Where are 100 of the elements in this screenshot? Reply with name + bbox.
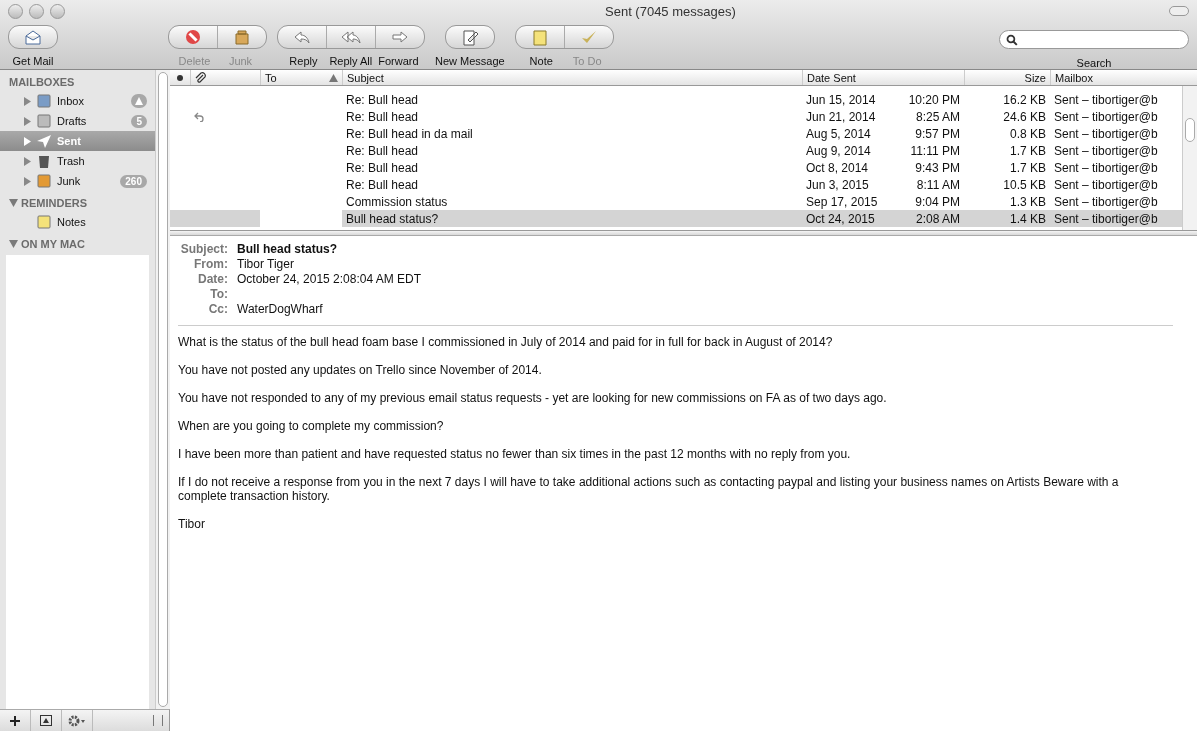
sort-ascending-icon [329,73,338,82]
header-label: Cc: [207,302,228,317]
message-row[interactable]: Re: Bull head in da mail Aug 5, 2014 9:57 PM 0.8 KB Sent – tibortiger@b [170,125,1182,142]
window-title: Sent (7045 messages) [605,3,736,19]
column-header[interactable]: To [260,70,342,85]
message-row[interactable]: Re: Bull head Aug 9, 2014 11:11 PM 1.7 KB Sent – tibortiger@b [170,142,1182,159]
message-row[interactable]: Re: Bull head Jun 15, 2014 10:20 PM 16.2 KB Sent – tibortiger@b [170,91,1182,108]
date-cell: Jun 3, 2015 [806,177,869,192]
header-label: Subject: [179,242,228,257]
size-cell-text: 24.6 KB [1002,108,1047,125]
scrollbar[interactable] [1182,86,1197,230]
zoom-button[interactable] [50,3,65,19]
message-paragraph: When are you going to complete my commission? [178,419,445,433]
size-cell-text: 10.5 KB [1002,176,1047,193]
message-row[interactable]: Commission status Sep 17, 2015 9:04 PM 1.3 KB Sent – tibortiger@b [170,193,1182,210]
subject-cell-text: Re: Bull head in da mail [345,125,474,142]
header-label: From: [193,257,228,272]
header-label: Date: [197,272,228,287]
time-cell: 8:25 AM [915,109,960,124]
size-cell-text: 0.8 KB [1008,125,1047,142]
scrollbar[interactable] [155,70,170,709]
disclosure-triangle-icon[interactable] [9,199,18,207]
header-value: October 24, 2015 2:08:04 AM EDT [237,272,423,287]
subject-cell-text: Commission status [345,193,449,210]
search-icon [1006,33,1018,46]
paper-plane-icon [36,133,52,149]
time-cell: 9:04 PM [915,194,960,209]
mailbox-item[interactable]: Trash [0,151,155,171]
toolbar-label: To Do [571,55,603,67]
mailbox-cell-text: Sent – tibortiger@b [1053,193,1159,210]
toolbar-label: Junk [227,55,254,67]
date-cell: Jun 15, 2014 [806,92,876,107]
subject-cell-text: Re: Bull head [345,108,420,125]
time-cell: 8:11 AM [916,177,960,192]
disclosure-triangle-icon[interactable] [9,240,18,248]
message-row[interactable]: Re: Bull head Oct 8, 2014 9:43 PM 1.7 KB Sent – tibortiger@b [170,159,1182,176]
minimize-button[interactable] [29,3,44,19]
mailbox-item[interactable]: Notes [0,212,155,232]
size-cell-text: 1.3 KB [1008,193,1047,210]
subject-cell-text: Bull head status? [345,210,440,227]
mailbox-item[interactable]: Inbox [0,91,155,111]
mailbox-cell-text: Sent – tibortiger@b [1053,159,1159,176]
gear-icon [68,714,86,727]
time-cell: 9:57 PM [915,126,960,141]
section-header[interactable]: REMINDERS [21,197,87,209]
split-handle[interactable] [170,230,1197,236]
close-button[interactable] [8,3,23,19]
time-cell: 2:08 AM [915,211,960,226]
column-header[interactable]: Size [964,70,1050,85]
size-cell-text: 1.4 KB [1008,210,1047,227]
header-value: WaterDogWharf [237,302,324,317]
subject-cell-text: Re: Bull head [345,91,420,108]
section-header[interactable]: MAILBOXES [9,76,75,88]
date-cell: Aug 9, 2014 [806,143,871,158]
mailbox-cell-text: Sent – tibortiger@b [1053,91,1159,108]
mailbox-cell-text: Sent – tibortiger@b [1053,210,1159,227]
toolbar-label: New Message [435,55,505,67]
time-cell: 11:11 PM [910,143,960,158]
message-row[interactable]: Re: Bull head Jun 3, 2015 8:11 AM 10.5 KB Sent – tibortiger@b [170,176,1182,193]
document-icon [36,113,52,129]
triangle-box-icon [40,715,52,726]
subject-cell-text: Re: Bull head [345,142,420,159]
mailbox-cell-text: Sent – tibortiger@b [1053,176,1159,193]
column-header[interactable]: Subject [342,70,802,85]
message-row[interactable]: Bull head status? Oct 24, 2015 2:08 AM 1.4 KB Sent – tibortiger@b [170,210,1182,227]
message-paragraph: What is the status of the bull head foam base I commissioned in July of 2014 and paid for in full for back in August of 2014? [178,335,834,349]
size-cell-text: 1.7 KB [1008,142,1047,159]
tray-icon [36,93,52,109]
resize-grip-icon[interactable] [153,715,163,726]
section-header[interactable]: ON MY MAC [21,238,85,250]
message-paragraph: I have been more than patient and have requested status no fewer than six times in the past 12 months with no reply from you. [178,447,852,461]
trash-icon [36,153,52,169]
mailbox-item[interactable]: Junk 260 [0,171,155,191]
toolbar-label: Delete [177,55,212,67]
column-header[interactable]: Mailbox [1050,70,1197,85]
mailbox-cell-text: Sent – tibortiger@b [1053,125,1159,142]
search-field[interactable] [999,30,1189,49]
toolbar-label: Forward [378,55,419,67]
mailbox-cell-text: Sent – tibortiger@b [1053,142,1159,159]
message-row[interactable]: Re: Bull head Jun 21, 2014 8:25 AM 24.6 KB Sent – tibortiger@b [170,108,1182,125]
toolbar-label: Get Mail [12,55,54,67]
header-value: Bull head status? [237,242,338,257]
note-icon [36,214,52,230]
message-paragraph: You have not responded to any of my previous email status requests - yet are looking for new commissions on FA as of two days ago. [178,391,888,405]
date-cell: Jun 21, 2014 [806,109,876,124]
mailbox-item[interactable]: Drafts 5 [0,111,155,131]
date-cell: Aug 5, 2014 [806,126,871,141]
dot-icon [177,74,183,81]
header-label: To: [209,287,228,302]
size-cell-text: 1.7 KB [1008,159,1047,176]
toolbar-label: Note [528,55,554,67]
header-value: Tibor Tiger [237,257,295,272]
paperclip-icon [195,71,206,84]
plus-icon [10,715,20,726]
subject-cell-text: Re: Bull head [345,159,420,176]
column-header[interactable]: Date Sent [802,70,964,85]
message-paragraph: You have not posted any updates on Trello since November of 2014. [178,363,543,377]
search-label: Search [1075,57,1113,69]
toolbar-toggle-button[interactable] [1169,6,1189,16]
toolbar-label: Reply All [329,55,373,67]
